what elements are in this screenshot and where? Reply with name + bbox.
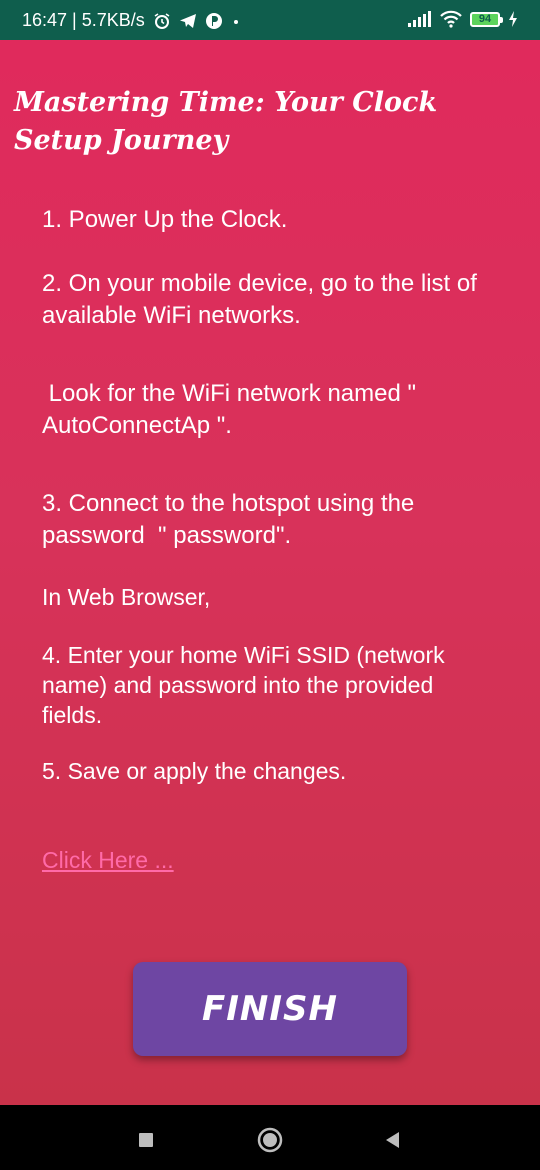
- step-4: 4. Enter your home WiFi SSID (network na…: [42, 642, 452, 728]
- wifi-icon: [440, 10, 462, 28]
- dot-icon: [231, 12, 241, 30]
- telegram-icon: [179, 12, 197, 30]
- step-5: 5. Save or apply the changes.: [42, 758, 347, 784]
- home-icon[interactable]: [255, 1125, 285, 1155]
- battery-icon: 94: [470, 11, 503, 27]
- navigation-bar: [0, 1105, 540, 1170]
- step-1: 1. Power Up the Clock.: [42, 206, 288, 233]
- page-title: Mastering Time: Your Clock Setup Journey: [14, 87, 438, 156]
- back-icon[interactable]: [378, 1125, 408, 1155]
- signal-icon: [408, 11, 432, 27]
- instructions: 1. Power Up the Clock. 2. On your mobile…: [42, 200, 492, 786]
- main-content: Mastering Time: Your Clock Setup Journey…: [0, 40, 540, 1105]
- web-browser-heading: In Web Browser,: [42, 584, 211, 610]
- status-left: 16:47 | 5.7KB/s: [22, 10, 241, 31]
- click-here-link[interactable]: Click Here ...: [42, 847, 174, 874]
- status-right: 94: [408, 10, 518, 28]
- status-bar: 16:47 | 5.7KB/s 94: [0, 0, 540, 40]
- charging-icon: [508, 10, 518, 28]
- step-3: 3. Connect to the hotspot using the pass…: [42, 490, 421, 549]
- finish-button[interactable]: FINISH: [133, 962, 407, 1056]
- app-icon: [205, 12, 223, 30]
- recents-icon[interactable]: [131, 1125, 161, 1155]
- status-time-speed: 16:47 | 5.7KB/s: [22, 10, 145, 30]
- step-2-note: Look for the WiFi network named " AutoCo…: [42, 380, 422, 439]
- alarm-icon: [153, 12, 171, 30]
- step-2: 2. On your mobile device, go to the list…: [42, 270, 484, 329]
